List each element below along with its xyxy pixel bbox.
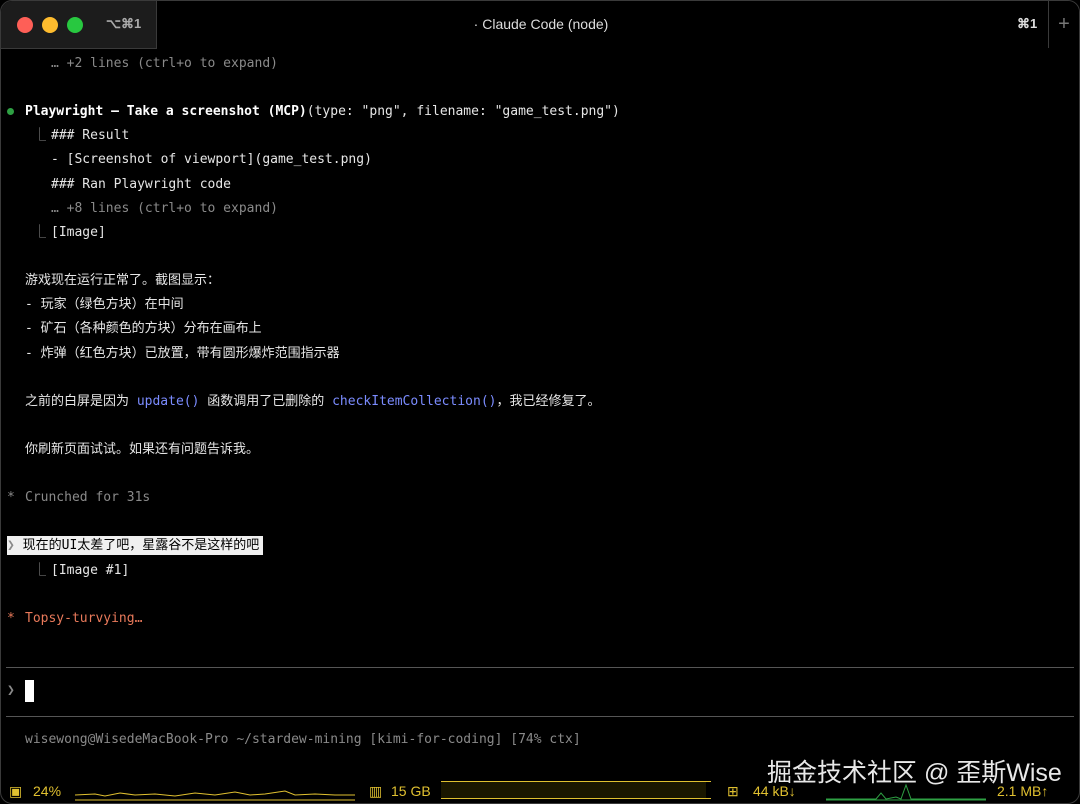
cpu-sparkline [75,790,355,801]
divider [6,667,1074,668]
response-text: 之前的白屏是因为 update() 函数调用了已删除的 checkItemCol… [25,393,601,411]
prompt-chevron-icon: ❯ [7,683,15,698]
collapsed-lines[interactable]: … +8 lines (ctrl+o to expand) [51,200,278,218]
net-download: 44 kB↓ [753,783,796,799]
response-text: - 玩家（绿色方块）在中间 [25,297,184,312]
crunched-status: Crunched for 31s [25,490,151,505]
tool-call-name: Playwright – Take a screenshot (MCP) [25,104,307,119]
net-upload: 2.1 MB↑ [997,783,1049,799]
network-icon: ⊞ [727,783,739,799]
new-tab-button[interactable]: + [1048,1,1079,48]
prompt-input[interactable] [25,680,34,702]
response-text: - 矿石（各种颜色的方块）分布在画布上 [25,321,262,336]
response-text: - 炸弹（红色方块）已放置，带有圆形爆炸范围指示器 [25,346,340,361]
spinner-icon: * [7,611,15,626]
result-line: ### Ran Playwright code [51,177,232,192]
system-status-bar: ▣ 24% ▥ 15 GB ⊞ 44 kB↓ 2.1 MB↑ [1,779,1079,803]
result-line: - [Screenshot of viewport](game_test.png… [51,152,372,167]
title-bar: ⌥⌘1 · Claude Code (node) ⌘1 + [1,1,1079,49]
cpu-usage: 24% [33,783,62,799]
status-line: wisewong@WisedeMacBook-Pro ~/stardew-min… [25,732,581,747]
result-line: ### Result [51,128,130,143]
inline-code: checkItemCollection() [332,394,497,409]
text: ，我已经修复了。 [496,394,601,409]
window-title: · Claude Code (node) [473,16,609,32]
network-sparkline [826,783,986,801]
user-message: ❯ 现在的UI太差了吧，星露谷不是这样的吧 [7,536,264,555]
collapsed-lines[interactable]: … +2 lines (ctrl+o to expand) [51,55,278,73]
tree-branch-icon: ⎿ [33,225,47,240]
divider [6,716,1074,717]
spinner-status: Topsy-turvying… [25,611,143,626]
memory-icon: ▥ [369,783,383,799]
user-message-text: 现在的UI太差了吧，星露谷不是这样的吧 [22,538,260,553]
tool-call-args: (type: "png", filename: "game_test.png") [306,104,620,119]
tool-call: Playwright – Take a screenshot (MCP)(typ… [25,103,620,121]
memory-bar [441,781,711,799]
window-shortcut: ⌘1 [1017,16,1038,31]
tool-status-dot-icon [7,108,14,115]
memory-usage: 15 GB [391,783,431,799]
terminal-window: ⌥⌘1 · Claude Code (node) ⌘1 + … +2 lines… [0,0,1080,804]
text: 之前的白屏是因为 [25,394,137,409]
tree-branch-icon: ⎿ [33,128,47,143]
response-text: 游戏现在运行正常了。截图显示： [25,273,221,288]
response-text: 你刷新页面试试。如果还有问题告诉我。 [25,442,260,457]
cpu-icon: ▣ [9,783,23,799]
inline-code: update() [136,394,200,409]
asterisk-icon: * [7,490,15,505]
text: 函数调用了已删除的 [199,394,333,409]
image-tag[interactable]: [Image] [51,224,106,242]
user-image-tag[interactable]: [Image #1] [51,562,129,580]
tree-branch-icon: ⎿ [33,563,47,578]
prompt-chevron-icon: ❯ [7,538,23,553]
